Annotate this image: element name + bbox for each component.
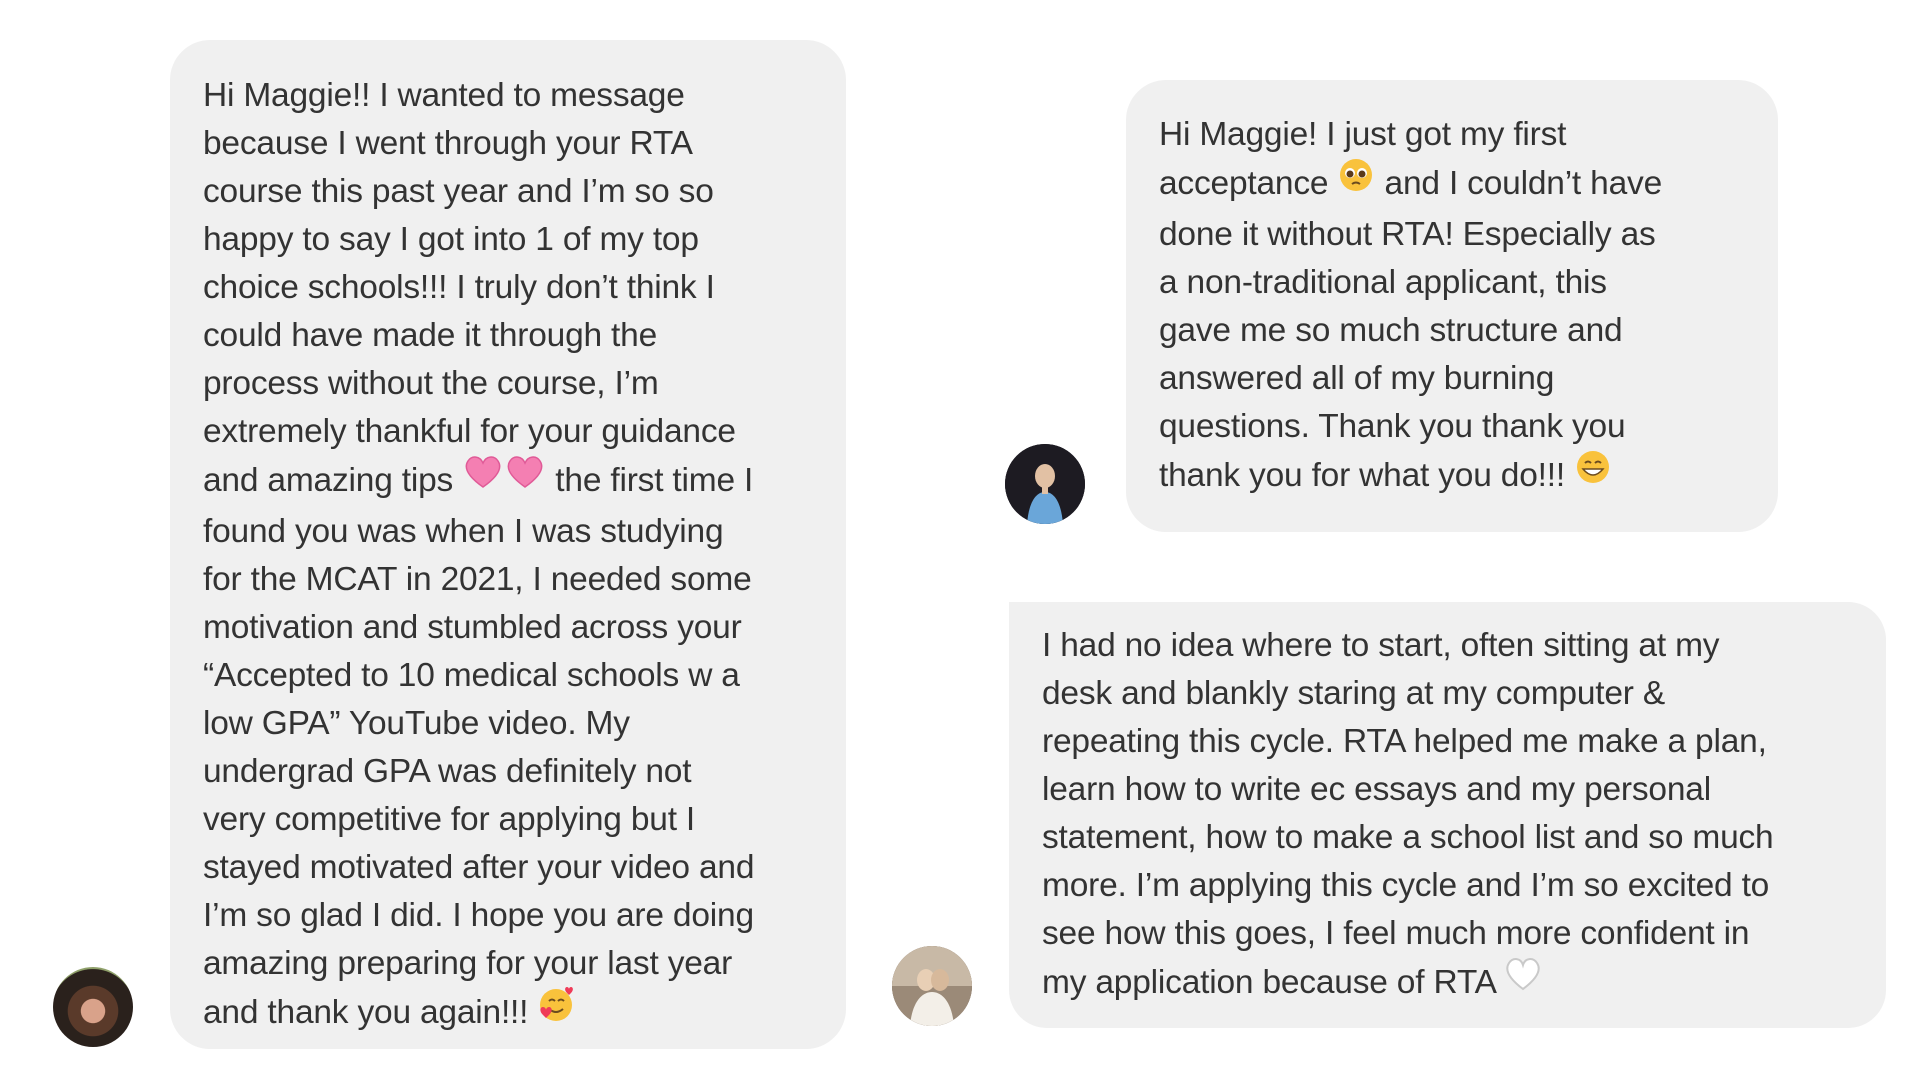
message-text: and thank you again!!!: [203, 993, 538, 1031]
message-line: and thank you again!!!: [203, 985, 846, 1040]
message-line: I had no idea where to start, often sitt…: [1042, 627, 1720, 664]
message-line: could have made it through the: [203, 317, 658, 354]
message-line: repeating this cycle. RTA helped me make…: [1042, 723, 1767, 760]
message-line: happy to say I got into 1 of my top: [203, 221, 699, 258]
message-line: more. I’m applying this cycle and I’m so…: [1042, 867, 1770, 904]
message-line: choice schools!!! I truly don’t think I: [203, 269, 715, 306]
message-text: and amazing tips: [203, 461, 463, 499]
message-line: learn how to write ec essays and my pers…: [1042, 771, 1711, 808]
message-line: “Accepted to 10 medical schools w a: [203, 657, 740, 694]
message-line: found you was when I was studying: [203, 513, 724, 550]
message-line: a non-traditional applicant, this: [1159, 264, 1607, 301]
message-line: Hi Maggie! I just got my first: [1159, 116, 1567, 153]
two-hearts-emoji: [462, 453, 546, 505]
message-line: gave me so much structure and: [1159, 312, 1623, 349]
avatar-2[interactable]: [1005, 444, 1085, 524]
message-text: thank you for what you do!!!: [1159, 456, 1575, 494]
message-line: process without the course, I’m: [203, 365, 659, 402]
message-bubble-1: Hi Maggie!! I wanted to message because …: [170, 40, 846, 1049]
message-line: because I went through your RTA: [203, 125, 693, 162]
message-line: motivation and stumbled across your: [203, 609, 742, 646]
message-line: I’m so glad I did. I hope you are doing: [203, 897, 754, 934]
message-line: amazing preparing for your last year: [203, 945, 733, 982]
message-line: questions. Thank you thank you: [1159, 408, 1626, 445]
message-text: acceptance: [1159, 164, 1338, 202]
message-text: and I couldn’t have: [1375, 164, 1663, 202]
message-bubble-3: I had no idea where to start, often sitt…: [1009, 602, 1886, 1028]
message-line: and amazing tips the first time I: [203, 456, 846, 508]
message-line: course this past year and I’m so so: [203, 173, 714, 210]
message-line: very competitive for applying but I: [203, 801, 696, 838]
message-line: thank you for what you do!!!: [1159, 451, 1778, 503]
message-line: undergrad GPA was definitely not: [203, 753, 692, 790]
message-text: my application because of RTA: [1042, 963, 1505, 1001]
message-bubble-2: Hi Maggie! I just got my first acceptanc…: [1126, 80, 1778, 532]
message-line: acceptance and I couldn’t have: [1159, 159, 1778, 211]
message-line: Hi Maggie!! I wanted to message: [203, 77, 685, 114]
pleading-face-emoji: [1337, 156, 1375, 208]
avatar-3[interactable]: [892, 946, 972, 1026]
smiling-hearts-emoji: [537, 985, 575, 1037]
message-line: my application because of RTA: [1042, 958, 1886, 1010]
message-line: for the MCAT in 2021, I needed some: [203, 561, 752, 598]
message-line: see how this goes, I feel much more conf…: [1042, 915, 1750, 952]
grinning-face-emoji: [1574, 448, 1612, 500]
message-line: low GPA” YouTube video. My: [203, 705, 630, 742]
avatar-1[interactable]: [53, 967, 133, 1047]
message-text: the first time I: [546, 461, 754, 499]
message-line: stayed motivated after your video and: [203, 849, 755, 886]
white-heart-emoji: [1504, 955, 1542, 1007]
message-line: answered all of my burning: [1159, 360, 1555, 397]
message-line: extremely thankful for your guidance: [203, 413, 736, 450]
message-line: statement, how to make a school list and…: [1042, 819, 1774, 856]
message-line: desk and blankly staring at my computer …: [1042, 675, 1666, 712]
message-line: done it without RTA! Especially as: [1159, 216, 1656, 253]
